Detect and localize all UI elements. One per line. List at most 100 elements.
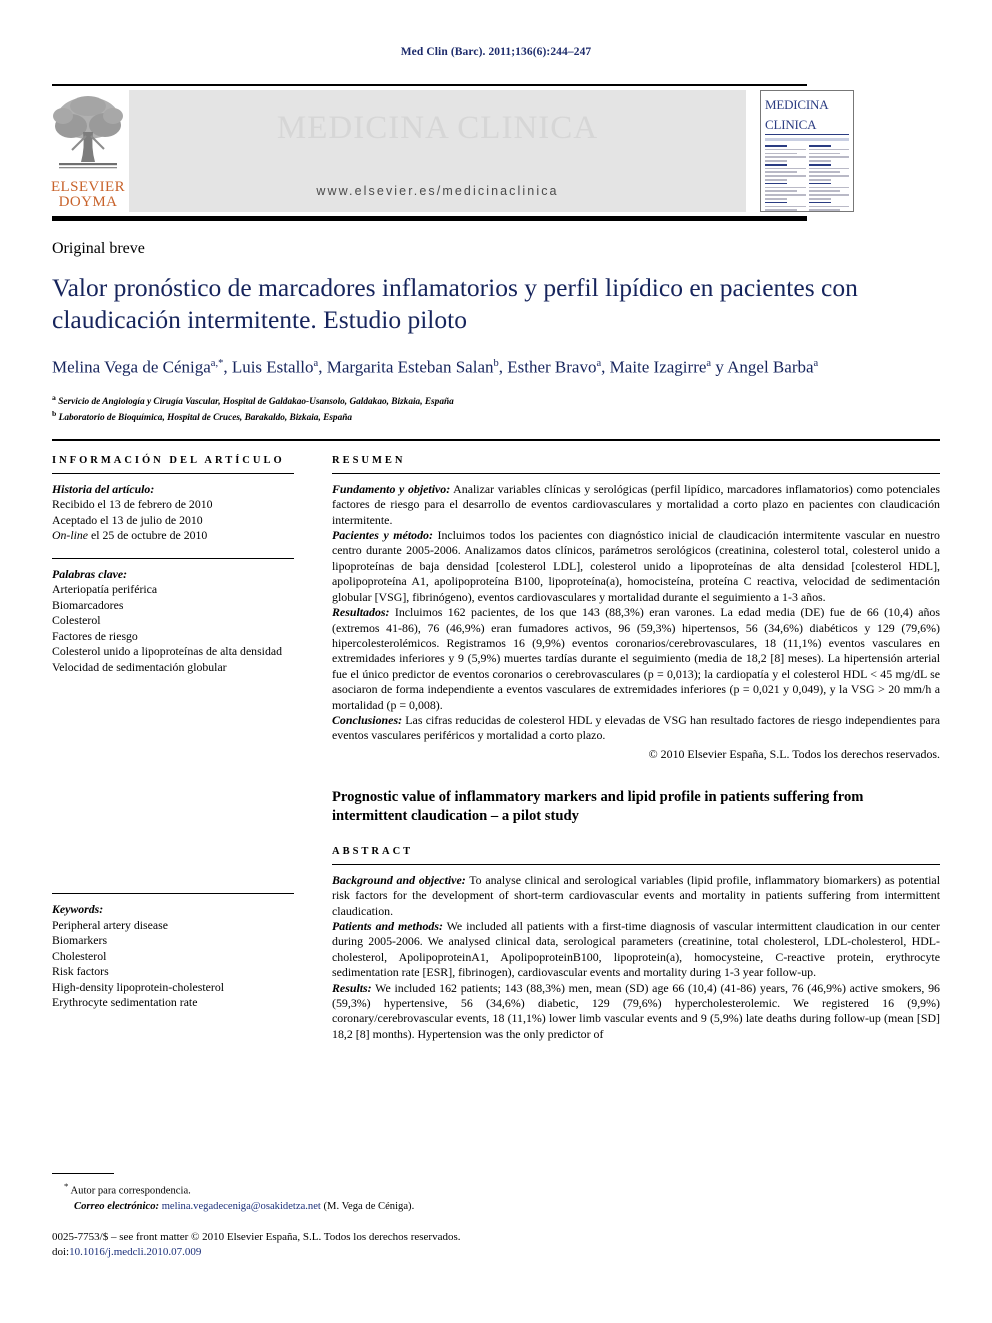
- history-received: Recibido el 13 de febrero de 2010: [52, 497, 213, 512]
- author-1-affil-marker: a,*: [210, 358, 224, 369]
- abstract-paragraph-methods: Patients and methods: We included all pa…: [332, 919, 940, 981]
- corresponding-author-note: * Autor para correspondencia.: [64, 1179, 940, 1199]
- author-6: Angel Barba: [727, 357, 814, 377]
- author-4: Esther Bravo: [507, 357, 597, 377]
- keywords-en-rule: [52, 893, 294, 895]
- resumen-text-results: Incluimos 162 pacientes, de los que 143 …: [332, 605, 940, 712]
- abstract-columns: INFORMACIÓN DEL ARTÍCULO Historia del ar…: [52, 455, 940, 1042]
- author-3-affil-marker: b: [493, 358, 499, 369]
- cover-title-line2: CLINICA: [765, 117, 817, 132]
- keyword-item: Factores de riesgo: [52, 628, 138, 643]
- article-info-rule: [52, 472, 294, 474]
- cover-title-line1: MEDICINA: [765, 97, 829, 112]
- affiliation-b-text: Laboratorio de Bioquímica, Hospital de C…: [58, 413, 353, 424]
- keywords-rule: [52, 557, 294, 559]
- elsevier-wordmark-line1: ELSEVIER: [50, 179, 126, 195]
- resumen-paragraph-conclusions: Conclusiones: Las cifras reducidas de co…: [332, 713, 940, 744]
- issn-line: 0025-7753/$ – see front matter © 2010 El…: [52, 1231, 461, 1243]
- elsevier-logo: ELSEVIER DOYMA: [50, 90, 126, 212]
- article-type: Original breve: [52, 240, 145, 257]
- abstract-rule: [332, 863, 940, 865]
- resumen-rule: [332, 472, 940, 474]
- affiliation-b: b Laboratorio de Bioquímica, Hospital de…: [52, 408, 940, 425]
- article-info-column: INFORMACIÓN DEL ARTÍCULO Historia del ar…: [52, 455, 294, 1042]
- affiliation-b-marker: b: [52, 409, 57, 419]
- elsevier-wordmark-line2: DOYMA: [58, 194, 118, 210]
- cover-subtitle-bar: [765, 138, 849, 141]
- corresponding-email-line: Correo electrónico: melina.vegadeceniga@…: [74, 1200, 940, 1215]
- abstract-column: RESUMEN Fundamento y objetivo: Analizar …: [332, 455, 940, 1042]
- resumen-copyright: © 2010 Elsevier España, S.L. Todos los d…: [648, 746, 940, 761]
- keyword-en-item: Erythrocyte sedimentation rate: [52, 995, 198, 1010]
- running-head: Med Clin (Barc). 2011;136(6):244–247: [400, 46, 592, 58]
- keyword-en-item: Biomarkers: [52, 933, 108, 948]
- keyword-en-item: Cholesterol: [52, 948, 107, 963]
- affiliation-a: a Servicio de Angiología y Cirugía Vascu…: [52, 392, 940, 409]
- article-info-heading: INFORMACIÓN DEL ARTÍCULO: [52, 454, 285, 466]
- journal-banner-title: MEDICINA CLINICA: [276, 110, 599, 146]
- abstract-paragraph-results: Results: We included 162 patients; 143 (…: [332, 981, 940, 1043]
- article-title: Valor pronóstico de marcadores inflamato…: [52, 273, 858, 334]
- keyword-item: Biomarcadores: [52, 597, 124, 612]
- abstract-heading: ABSTRACT: [332, 845, 414, 857]
- keyword-en-item: Peripheral artery disease: [52, 917, 168, 932]
- doi-line: doi:10.1016/j.medcli.2010.07.009: [52, 1245, 940, 1260]
- keyword-item: Arteriopatía periférica: [52, 582, 158, 597]
- keyword-en-item: High-density lipoprotein-cholesterol: [52, 979, 224, 994]
- author-3: Margarita Esteban Salan: [326, 357, 494, 377]
- author-5: Maite Izagirre: [609, 357, 707, 377]
- email-suffix: (M. Vega de Céniga).: [323, 1200, 415, 1212]
- abstract-label-objective: Background and objective:: [332, 872, 466, 887]
- author-2: Luis Estallo: [231, 357, 314, 377]
- abstract-label-results: Results:: [332, 980, 372, 995]
- history-online-rest: el 25 de octubre de 2010: [88, 528, 208, 543]
- journal-banner: MEDICINA CLINICA www.elsevier.es/medicin…: [129, 90, 746, 212]
- resumen-label-results: Resultados:: [332, 605, 390, 620]
- author-list: Melina Vega de Cénigaa,*, Luis Estalloa,…: [52, 357, 819, 377]
- history-label: Historia del artículo:: [52, 481, 155, 496]
- history-online: On-line el 25 de octubre de 2010: [52, 528, 294, 544]
- email-label: Correo electrónico:: [74, 1200, 160, 1212]
- cover-toc-col-left: [765, 145, 806, 211]
- cover-divider: [765, 134, 849, 135]
- resumen-label-conclusions: Conclusiones:: [332, 712, 403, 727]
- affiliation-a-marker: a: [52, 392, 56, 402]
- journal-homepage-url[interactable]: www.elsevier.es/medicinaclinica: [129, 184, 746, 198]
- keyword-en-item: Risk factors: [52, 964, 109, 979]
- resumen-label-objective: Fundamento y objetivo:: [332, 481, 451, 496]
- author-1: Melina Vega de Céniga: [52, 357, 211, 377]
- keyword-item: Velocidad de sedimentación globular: [52, 659, 227, 674]
- resumen-label-methods: Pacientes y método:: [332, 528, 433, 543]
- resumen-paragraph-methods: Pacientes y método: Incluimos todos los …: [332, 528, 940, 605]
- doi-link[interactable]: 10.1016/j.medcli.2010.07.009: [69, 1246, 201, 1258]
- resumen-text-conclusions: Las cifras reducidas de colesterol HDL y…: [332, 712, 940, 743]
- journal-masthead: ELSEVIER DOYMA MEDICINA CLINICA www.else…: [50, 84, 940, 221]
- cover-toc-columns: [761, 143, 853, 211]
- resumen-heading: RESUMEN: [332, 454, 406, 466]
- abstract-top-rule: [52, 438, 940, 441]
- affiliation-a-text: Servicio de Angiología y Cirugía Vascula…: [58, 396, 454, 407]
- author-2-affil-marker: a: [313, 358, 319, 369]
- cover-toc-col-right: [808, 145, 849, 211]
- keywords-en-label: Keywords:: [52, 902, 104, 917]
- author-5-affil-marker: a: [706, 358, 712, 369]
- author-4-affil-marker: a: [596, 358, 602, 369]
- abstract-paragraph-objective: Background and objective: To analyse cli…: [332, 873, 940, 919]
- resumen-paragraph-objective: Fundamento y objetivo: Analizar variable…: [332, 482, 940, 528]
- author-6-affil-marker: a: [813, 358, 819, 369]
- elsevier-tree-icon: [53, 92, 123, 180]
- email-link[interactable]: melina.vegadeceniga@osakidetza.net: [162, 1201, 321, 1212]
- history-accepted: Aceptado el 13 de julio de 2010: [52, 512, 203, 527]
- doi-label: doi:: [52, 1245, 70, 1258]
- abstract-text-results: We included 162 patients; 143 (88,3%) me…: [332, 980, 940, 1041]
- corresponding-author-marker: *: [64, 1181, 69, 1192]
- masthead-bottom-rule: [52, 216, 807, 221]
- keywords-label: Palabras clave:: [52, 566, 128, 581]
- history-online-prefix: On-line: [52, 528, 89, 543]
- corresponding-author-text: Autor para correspondencia.: [70, 1186, 191, 1197]
- english-title: Prognostic value of inflammatory markers…: [332, 788, 864, 824]
- journal-article-page: Med Clin (Barc). 2011;136(6):244–247 ELS…: [0, 0, 992, 1323]
- footnote-rule: [52, 1173, 114, 1175]
- keyword-item: Colesterol unido a lipoproteínas de alta…: [52, 644, 282, 659]
- masthead-top-rule: [52, 84, 807, 86]
